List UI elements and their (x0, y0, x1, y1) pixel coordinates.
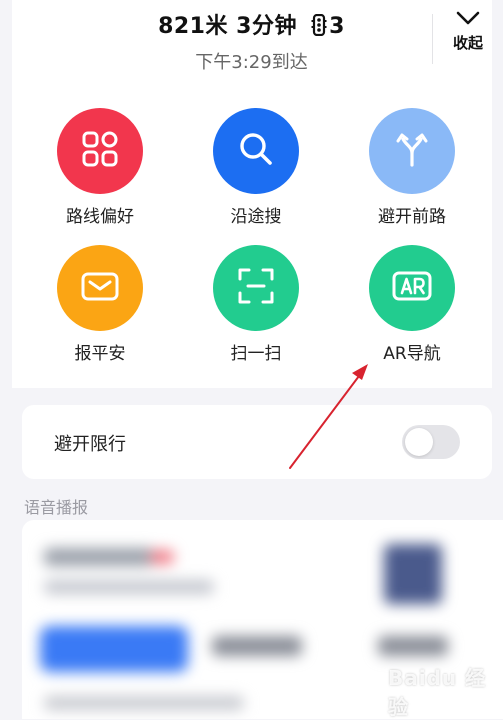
blurred-line (212, 636, 302, 656)
route-preference-button[interactable]: 路线偏好 (40, 108, 160, 227)
avoid-restriction-row: 避开限行 (22, 405, 492, 479)
search-along-button[interactable]: 沿途搜 (196, 108, 316, 227)
avoid-road-ahead-button[interactable]: 避开前路 (352, 108, 472, 227)
watermark-logo: Baidu 经验 (388, 666, 487, 719)
blurred-line (44, 548, 154, 566)
avoid-road-ahead-label: 避开前路 (378, 207, 446, 227)
grid-icon (80, 129, 120, 173)
route-preference-label: 路线偏好 (66, 207, 134, 227)
blurred-line (44, 580, 214, 594)
fork-arrow-icon (392, 129, 432, 173)
scan-label: 扫一扫 (230, 344, 282, 364)
voice-section-title: 语音播报 (24, 498, 89, 517)
search-icon (236, 129, 276, 173)
blurred-line (378, 636, 448, 656)
avoid-restriction-label: 避开限行 (54, 434, 126, 455)
search-along-circle (213, 108, 299, 194)
envelope-icon (79, 266, 121, 310)
avoid-restriction-toggle[interactable] (402, 425, 460, 459)
ar-navigation-label: AR导航 (383, 344, 441, 364)
report-safety-circle (57, 245, 143, 331)
route-preference-circle (57, 108, 143, 194)
report-safety-label: 报平安 (74, 344, 126, 364)
scan-icon (236, 266, 276, 310)
scan-button[interactable]: 扫一扫 (196, 245, 316, 364)
blurred-line (44, 696, 244, 710)
avoid-road-ahead-circle (369, 108, 455, 194)
option-grid: 路线偏好 沿途搜 避开前路 报平安 扫一扫 AR导航 (0, 0, 503, 380)
report-safety-button[interactable]: 报平安 (40, 245, 160, 364)
ar-navigation-circle (369, 245, 455, 331)
ar-navigation-button[interactable]: AR导航 (352, 245, 472, 364)
blurred-thumbnail (384, 544, 442, 604)
ar-icon (390, 266, 434, 310)
blurred-badge (150, 550, 174, 564)
scan-circle (213, 245, 299, 331)
search-along-label: 沿途搜 (230, 207, 282, 227)
toggle-knob (405, 428, 433, 456)
blurred-button (40, 626, 188, 672)
